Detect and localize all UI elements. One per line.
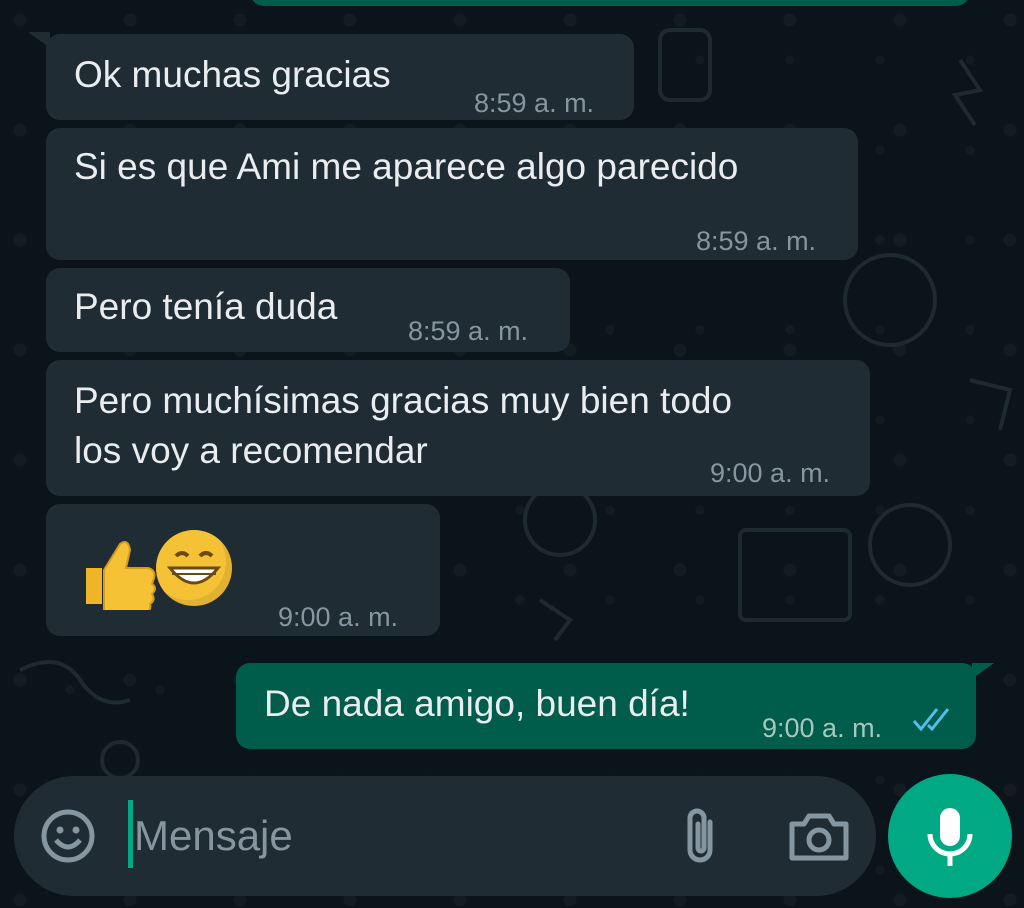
outgoing-message[interactable]: De nada amigo, buen día! 9:00 a. m. [236,663,976,749]
camera-icon[interactable] [788,810,850,862]
message-text: De nada amigo, buen día! [264,683,690,724]
message-time: 8:59 a. m. [696,226,817,256]
attach-icon[interactable] [680,804,720,868]
message-text-line1: Pero muchísimas gracias muy bien todo [74,380,733,421]
message-text-line2: los voy a recomendar [74,430,428,471]
incoming-message[interactable]: Pero tenía duda 8:59 a. m. [46,268,570,352]
thumbs-up-icon [86,541,156,610]
message-text: Si es que Ami me aparece algo parecido [74,146,739,187]
mic-button[interactable] [888,774,1012,898]
grinning-face-icon [156,530,232,606]
incoming-message[interactable]: Ok muchas gracias 8:59 a. m. [46,34,634,120]
double-check-icon [912,708,950,732]
message-time: 9:00 a. m. [710,458,831,488]
incoming-emoji-message[interactable]: 9:00 a. m. [46,504,440,636]
text-cursor [128,800,133,868]
incoming-message[interactable]: Si es que Ami me aparece algo parecido 8… [46,128,858,260]
message-time: 8:59 a. m. [474,88,595,118]
mic-icon [927,808,973,866]
message-text: Ok muchas gracias [74,54,391,95]
message-time: 9:00 a. m. [278,602,399,632]
message-text: Pero tenía duda [74,286,338,327]
message-time: 8:59 a. m. [408,316,529,346]
incoming-message[interactable]: Pero muchísimas gracias muy bien todo lo… [46,360,870,496]
message-input[interactable]: Mensaje [134,812,293,860]
previous-outgoing-bubble-edge [250,0,970,6]
message-time: 9:00 a. m. [762,713,883,743]
emoji-icon[interactable] [40,808,96,864]
